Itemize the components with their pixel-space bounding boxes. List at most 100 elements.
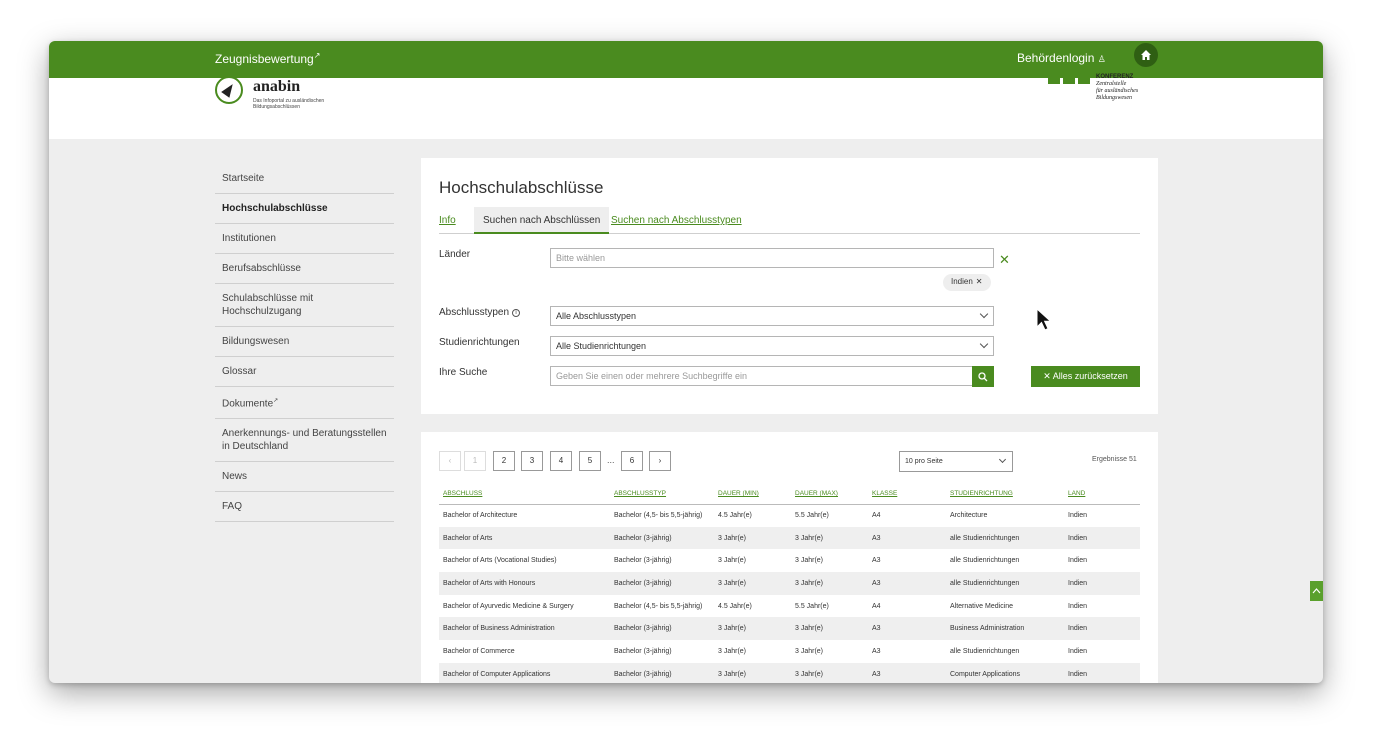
column-header[interactable]: LAND xyxy=(1064,484,1140,505)
cell-abschluss: Bachelor of Business Administration xyxy=(439,617,610,641)
sidebar-item-berufsabschluesse[interactable]: Berufsabschlüsse xyxy=(215,254,394,284)
cell-klasse: A4 xyxy=(872,602,881,610)
sidebar-nav: Startseite Hochschulabschlüsse Instituti… xyxy=(215,164,394,523)
tab-suchen-nach-abschluessen[interactable]: Suchen nach Abschlüssen xyxy=(474,207,610,234)
cell-studienrichtung: Alternative Medicine xyxy=(950,602,1014,610)
zeugnisbewertung-link[interactable]: Zeugnisbewertung↗ xyxy=(215,51,320,66)
scroll-to-top-button[interactable] xyxy=(1310,581,1323,601)
table-row[interactable]: Bachelor of Arts (Vocational Studies) Bac… xyxy=(439,549,1140,572)
column-header[interactable]: KLASSE xyxy=(868,484,946,505)
tab-suchen-nach-abschlusstypen[interactable]: Suchen nach Abschlusstypen xyxy=(611,207,742,234)
page-button[interactable]: 3 xyxy=(521,451,543,471)
table-row[interactable]: Bachelor of Computer Applications Bachelo… xyxy=(439,662,1140,683)
cell-land: Indien xyxy=(1068,512,1088,520)
studienrichtungen-select[interactable]: Alle Studienrichtungen xyxy=(550,336,994,356)
table-row[interactable]: Bachelor of Architecture Bachelor (4,5- b… xyxy=(439,504,1140,527)
cell-studienrichtung: alle Studienrichtungen xyxy=(950,647,1020,655)
sidebar-item-anerkennungsstellen[interactable]: Anerkennungs- und Beratungsstellen in De… xyxy=(215,419,394,463)
search-panel: Hochschulabschlüsse Info Suchen nach Abs… xyxy=(421,158,1158,414)
column-header[interactable]: STUDIENRICHTUNG xyxy=(946,484,1064,505)
clear-laender-icon[interactable]: ✕ xyxy=(999,252,1010,268)
sidebar-item-bildungswesen[interactable]: Bildungswesen xyxy=(215,327,394,357)
sidebar-item-glossar[interactable]: Glossar xyxy=(215,357,394,387)
mouse-cursor-icon xyxy=(1036,308,1052,331)
behoerdenlogin-link[interactable]: Behördenlogin ♙ xyxy=(1017,51,1106,65)
column-header[interactable]: DAUER (MAX) xyxy=(791,484,868,505)
cell-abschlusstyp: Bachelor (3-jährig) xyxy=(614,557,672,565)
chevron-down-icon xyxy=(979,309,989,319)
home-icon xyxy=(1141,50,1151,60)
sidebar-item-dokumente[interactable]: Dokumente↗ xyxy=(215,387,394,420)
table-row[interactable]: Bachelor of Arts Bachelor (3-jährig) 3 Jah… xyxy=(439,526,1140,550)
cell-klasse: A3 xyxy=(868,662,946,683)
home-button[interactable] xyxy=(1134,43,1158,67)
anabin-logo[interactable]: anabin Das Infoportal zu ausländischen B… xyxy=(215,76,345,118)
table-row[interactable]: Bachelor of Commerce Bachelor (3-jährig) 3… xyxy=(439,640,1140,663)
table-row[interactable]: Bachelor of Arts with Honours Bachelor (3… xyxy=(439,572,1140,595)
cell-land: Indien xyxy=(1064,617,1140,641)
laender-chip[interactable]: Indien ✕ xyxy=(943,274,991,291)
cell-dauer-min: 3 Jahr(e) xyxy=(718,557,747,565)
info-icon[interactable]: i xyxy=(512,309,521,317)
cell-studienrichtung: Architecture xyxy=(950,512,988,520)
sidebar-item-news[interactable]: News xyxy=(215,462,394,493)
cell-land: Indien xyxy=(1068,647,1088,655)
cell-studienrichtung: alle Studienrichtungen xyxy=(946,572,1064,595)
cell-klasse: A3 xyxy=(868,617,946,641)
next-page-button[interactable]: › xyxy=(649,451,671,471)
column-header[interactable]: ABSCHLUSSTYP xyxy=(610,484,714,505)
cell-abschluss: Bachelor of Arts with Honours xyxy=(439,572,610,595)
page-button[interactable]: 2 xyxy=(493,451,515,471)
cell-dauer-max: 3 Jahr(e) xyxy=(795,647,824,655)
cell-abschlusstyp: Bachelor (3-jährig) xyxy=(614,647,672,655)
tab-info[interactable]: Info xyxy=(439,207,456,234)
reset-button[interactable]: ✕ Alles zurücksetzen xyxy=(1031,366,1140,387)
abschlusstypen-select[interactable]: Alle Abschlusstypen xyxy=(550,306,994,326)
cell-abschlusstyp: Bachelor (4,5- bis 5,5-jährig) xyxy=(614,512,703,520)
user-icon: ♙ xyxy=(1097,54,1106,64)
sidebar-item-institutionen[interactable]: Institutionen xyxy=(215,224,394,254)
chevron-up-icon xyxy=(1312,588,1321,594)
page-button[interactable]: 5 xyxy=(579,451,601,471)
site-header: anabin Das Infoportal zu ausländischen B… xyxy=(49,74,1323,139)
per-page-select[interactable]: 10 pro Seite xyxy=(899,451,1013,472)
studienrichtungen-label: Studienrichtungen xyxy=(439,337,520,348)
cell-abschlusstyp: Bachelor (3-jährig) xyxy=(610,572,714,595)
cell-dauer-min: 3 Jahr(e) xyxy=(714,662,791,683)
compass-icon xyxy=(215,76,243,104)
cell-klasse: A3 xyxy=(872,647,881,655)
cell-abschlusstyp: Bachelor (3-jährig) xyxy=(610,526,714,550)
cell-land: Indien xyxy=(1068,602,1088,610)
search-input[interactable]: Geben Sie einen oder mehrere Suchbegriff… xyxy=(550,366,974,386)
remove-chip-icon[interactable]: ✕ xyxy=(976,277,983,286)
sidebar-item-hochschulabschluesse[interactable]: Hochschulabschlüsse xyxy=(215,194,394,224)
page-button[interactable]: 1 xyxy=(464,451,486,471)
cell-dauer-max: 3 Jahr(e) xyxy=(795,557,824,565)
external-link-icon: ↗ xyxy=(313,51,321,60)
table-row[interactable]: Bachelor of Ayurvedic Medicine & Surgery… xyxy=(439,595,1140,618)
page-button[interactable]: 4 xyxy=(550,451,572,471)
cell-abschluss: Bachelor of Computer Applications xyxy=(439,662,610,683)
search-button[interactable] xyxy=(972,366,994,387)
laender-select[interactable]: Bitte wählen xyxy=(550,248,994,268)
sidebar-item-schulabschluesse[interactable]: Schulabschlüsse mit Hochschulzugang xyxy=(215,284,394,327)
cell-studienrichtung: alle Studienrichtungen xyxy=(950,557,1020,565)
chevron-down-icon xyxy=(979,339,989,349)
sidebar-item-faq[interactable]: FAQ xyxy=(215,492,394,523)
logo-tagline: Das Infoportal zu ausländischen Bildungs… xyxy=(253,98,325,110)
results-count: Ergebnisse 51 xyxy=(1092,456,1137,463)
kmk-logo[interactable]: KONFERENZ Zentralstelle für ausländische… xyxy=(1048,74,1208,114)
cell-abschluss: Bachelor of Commerce xyxy=(443,647,515,655)
cell-dauer-max: 3 Jahr(e) xyxy=(791,526,868,550)
page-button[interactable]: 6 xyxy=(621,451,643,471)
page-title: Hochschulabschlüsse xyxy=(439,178,604,197)
cell-studienrichtung: Business Administration xyxy=(946,617,1064,641)
cell-dauer-max: 3 Jahr(e) xyxy=(791,572,868,595)
prev-page-button[interactable]: ‹ xyxy=(439,451,461,471)
column-header[interactable]: ABSCHLUSS xyxy=(439,484,610,505)
close-icon: ✕ xyxy=(1043,371,1053,381)
table-row[interactable]: Bachelor of Business Administration Bache… xyxy=(439,617,1140,641)
sidebar-item-startseite[interactable]: Startseite xyxy=(215,164,394,194)
cell-klasse: A3 xyxy=(868,572,946,595)
column-header[interactable]: DAUER (MIN) xyxy=(714,484,791,505)
